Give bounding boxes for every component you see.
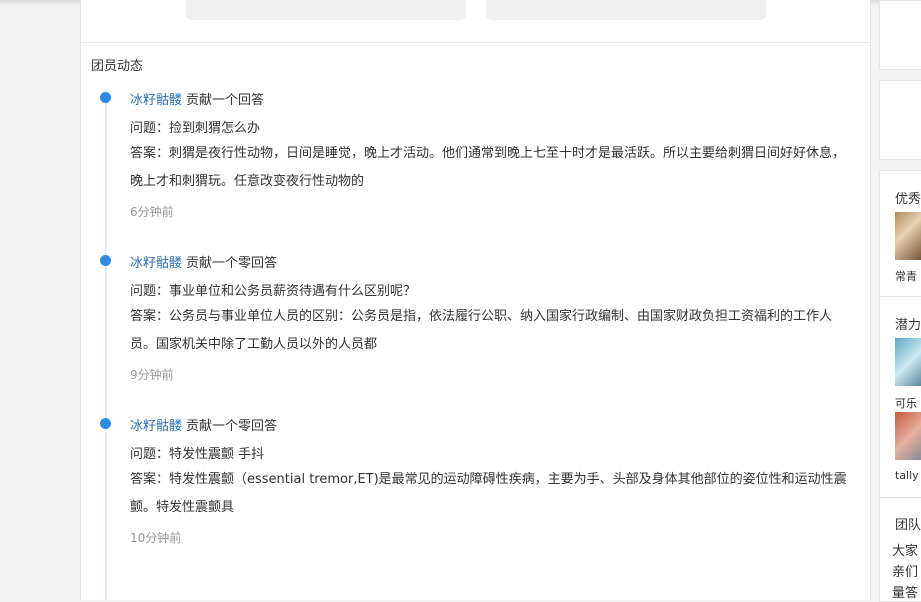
placeholder-bar-right <box>486 0 766 20</box>
timeline-dot-icon <box>100 418 111 429</box>
team-text-line: 亲们 <box>892 565 919 580</box>
potential-member-name[interactable]: tally <box>895 469 919 482</box>
divider <box>879 296 921 297</box>
question-link[interactable]: 问题：事业单位和公务员薪资待遇有什么区别呢？ <box>130 280 416 299</box>
top-area <box>81 0 870 43</box>
timestamp: 6分钟前 <box>130 205 174 219</box>
timeline-dot-icon <box>100 92 111 103</box>
timestamp: 10分钟前 <box>130 531 182 545</box>
answer-text: 答案：特发性震颤（essential tremor,ET)是最常见的运动障碍性疾… <box>130 472 847 515</box>
activity-action: 贡献一个回答 <box>186 93 265 108</box>
user-link[interactable]: 冰籽骷髅 <box>130 93 182 108</box>
avatar[interactable] <box>895 338 921 386</box>
potential-title: 潜力 <box>895 318 921 333</box>
answer-text: 答案：刺猬是夜行性动物，日间是睡觉，晚上才活动。他们通常到晚上七至十时才是最活跃… <box>130 146 846 189</box>
answer-text: 答案：公务员与事业单位人员的区别：公务员是指，依法履行公职、纳入国家行政编制、由… <box>130 309 833 352</box>
timeline-dot-icon <box>100 255 111 266</box>
user-link[interactable]: 冰籽骷髅 <box>130 256 182 271</box>
team-text-line: 量答 <box>892 586 919 601</box>
sidebar-box <box>879 80 921 160</box>
activity-header: 冰籽骷髅 贡献一个零回答 <box>130 252 277 271</box>
activity-header: 冰籽骷髅 贡献一个零回答 <box>130 415 277 434</box>
activity-action: 贡献一个零回答 <box>186 256 278 271</box>
excellent-title: 优秀 <box>895 192 921 207</box>
excellent-member-name[interactable]: 常青 <box>895 268 917 284</box>
avatar[interactable] <box>895 412 921 460</box>
divider <box>879 497 921 498</box>
question-link[interactable]: 问题：特发性震颤 手抖 <box>130 443 264 462</box>
section-title: 团员动态 <box>91 59 144 74</box>
activity-action: 贡献一个零回答 <box>186 419 278 434</box>
question-link[interactable]: 问题：捡到刺猬怎么办 <box>130 117 260 136</box>
avatar[interactable] <box>895 212 921 260</box>
team-text-line: 大家 <box>892 544 919 559</box>
main-content: 团员动态 冰籽骷髅 贡献一个回答 问题：捡到刺猬怎么办 答案：刺猬是夜行性动物，日… <box>80 0 871 600</box>
potential-member-name[interactable]: 可乐 <box>895 395 917 411</box>
placeholder-bar-left <box>186 0 466 20</box>
team-title: 团队 <box>895 518 921 533</box>
timeline-line <box>105 98 107 600</box>
right-sidebar: 优秀 常青 潜力 可乐 tally 团队 大家 亲们 量答 <box>879 0 921 602</box>
activity-header: 冰籽骷髅 贡献一个回答 <box>130 89 264 108</box>
user-link[interactable]: 冰籽骷髅 <box>130 419 182 434</box>
timestamp: 9分钟前 <box>130 368 174 382</box>
sidebar-box <box>879 0 921 70</box>
